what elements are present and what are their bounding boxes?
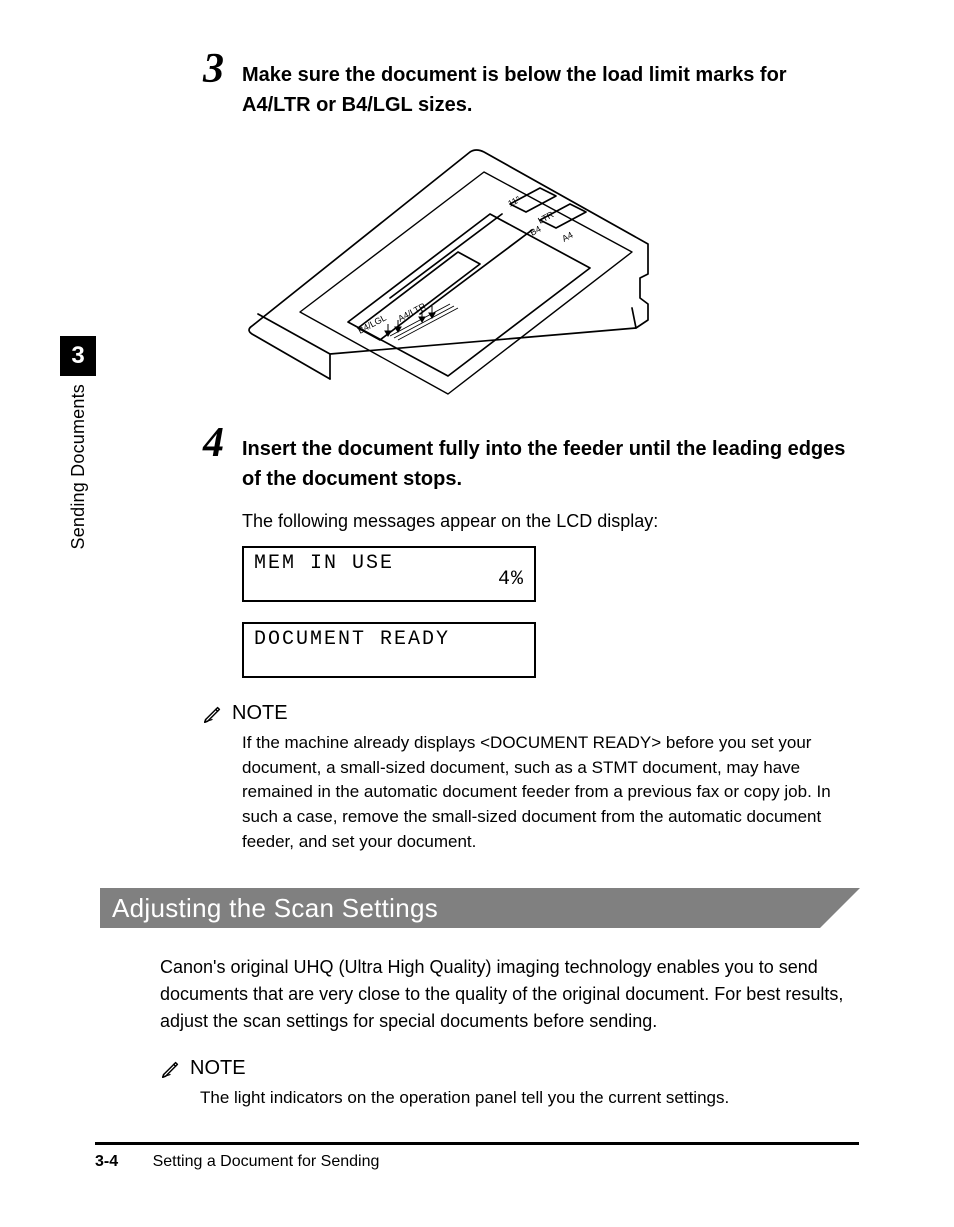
lcd-display-1: MEM IN USE 4% xyxy=(242,546,536,602)
footer-title: Setting a Document for Sending xyxy=(153,1153,380,1170)
step-3-title: Make sure the document is below the load… xyxy=(242,60,859,120)
pencil-icon xyxy=(202,703,224,725)
note-block-2: NOTE The light indicators on the operati… xyxy=(160,1057,859,1111)
step-number-3: 3 xyxy=(203,48,224,90)
step-3: 3 Make sure the document is below the lo… xyxy=(160,60,859,404)
note-body-2: The light indicators on the operation pa… xyxy=(200,1086,859,1111)
page-number: 3-4 xyxy=(95,1153,118,1170)
feeder-illustration: 11" LTR B4 A4 B4/LGL A4/LTR xyxy=(240,144,660,404)
step-number-4: 4 xyxy=(203,422,224,464)
section-heading: Adjusting the Scan Settings xyxy=(100,888,860,928)
label-a4: A4 xyxy=(560,230,574,244)
step-4-followup: The following messages appear on the LCD… xyxy=(242,508,859,534)
label-11: 11" xyxy=(506,194,522,209)
note-label-2: NOTE xyxy=(190,1057,246,1080)
step-4-title: Insert the document fully into the feede… xyxy=(242,434,859,494)
section-title: Adjusting the Scan Settings xyxy=(112,893,438,924)
lcd-line1: MEM IN USE xyxy=(254,552,524,576)
note-label: NOTE xyxy=(232,702,288,725)
footer-rule xyxy=(95,1142,859,1145)
chapter-tab: 3 Sending Documents xyxy=(60,336,96,550)
note-body-1: If the machine already displays <DOCUMEN… xyxy=(242,731,859,854)
lcd-display-2: DOCUMENT READY xyxy=(242,622,536,678)
label-b4lgl: B4/LGL xyxy=(356,313,388,336)
note-block-1: NOTE If the machine already displays <DO… xyxy=(202,702,859,854)
section-paragraph: Canon's original UHQ (Ultra High Quality… xyxy=(160,954,859,1035)
lcd2-line1: DOCUMENT READY xyxy=(254,628,524,652)
footer: 3-4 Setting a Document for Sending xyxy=(95,1153,379,1171)
step-4: 4 Insert the document fully into the fee… xyxy=(160,434,859,854)
pencil-icon xyxy=(160,1058,182,1080)
chapter-label: Sending Documents xyxy=(68,384,89,550)
lcd-percent: 4% xyxy=(498,568,524,592)
chapter-number: 3 xyxy=(60,336,96,376)
